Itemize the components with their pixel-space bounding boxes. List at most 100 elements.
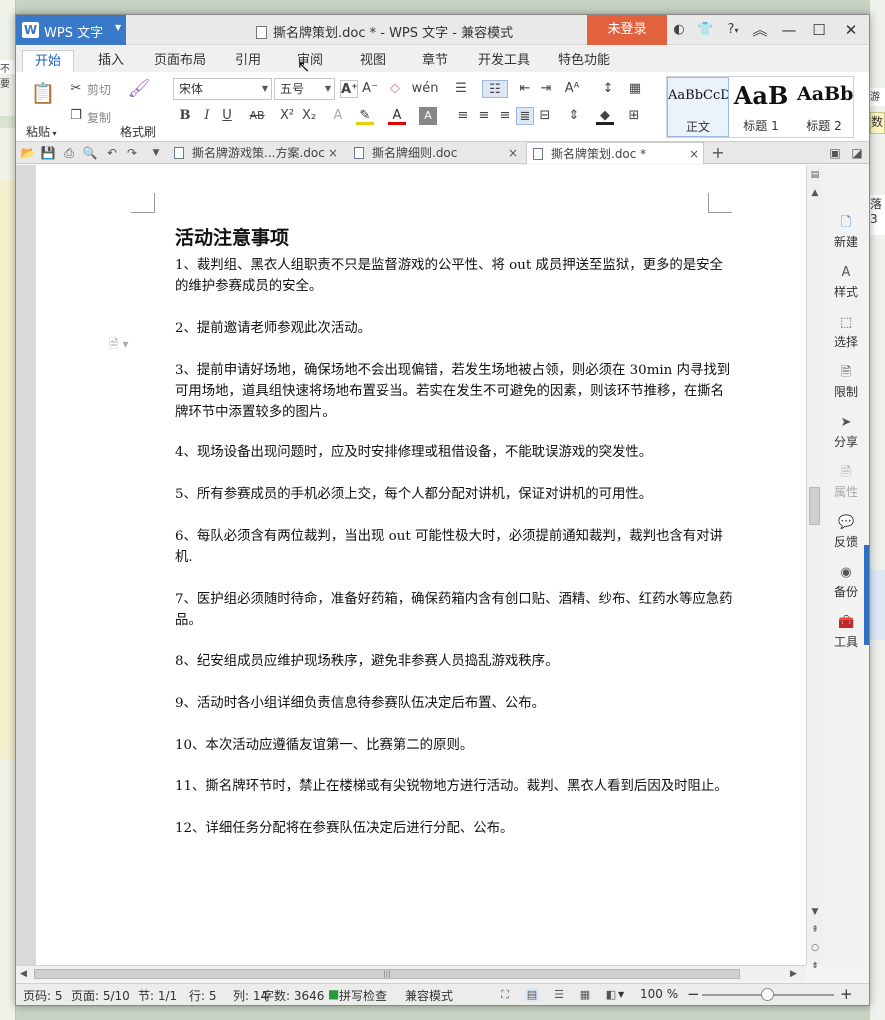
full-screen-icon[interactable]: ⛶	[498, 988, 512, 1002]
grow-font-icon[interactable]: A⁺	[340, 80, 358, 98]
status-word-count[interactable]: 字数: 3646	[262, 987, 324, 1004]
print-icon[interactable]: ⎙	[61, 145, 77, 161]
tab-list-icon[interactable]: ▣	[827, 145, 843, 161]
tab-menu-icon[interactable]: ◪	[849, 145, 865, 161]
tab-insert[interactable]: 插入	[86, 50, 136, 72]
maximize-button[interactable]: ☐	[808, 20, 830, 40]
format-painter-icon[interactable]: 🖌	[127, 80, 151, 104]
skin-icon[interactable]: ◐	[671, 22, 687, 38]
cut-button[interactable]: 剪切	[87, 81, 111, 98]
task-share[interactable]: ➤ 分享	[823, 409, 869, 455]
phonetic-icon[interactable]: wén	[411, 80, 439, 98]
zoom-level[interactable]: 100 %	[640, 987, 678, 1001]
scroll-right-icon[interactable]: ▶	[790, 969, 797, 979]
status-page-code[interactable]: 页码: 5	[23, 987, 63, 1004]
bullet-list-icon[interactable]: ☰	[452, 80, 470, 98]
ruler-toggle-icon[interactable]: ▤	[809, 169, 821, 181]
scissors-icon[interactable]: ✂	[67, 80, 85, 98]
help-button[interactable]: ?▾	[721, 22, 745, 38]
next-page-icon[interactable]: ⇟	[809, 960, 821, 972]
status-page[interactable]: 页面: 5/10	[71, 987, 130, 1004]
tab-view[interactable]: 视图	[349, 50, 397, 72]
paste-button[interactable]: 粘贴 ▾	[26, 123, 57, 140]
task-pane-expand-handle[interactable]	[864, 545, 869, 645]
paragraph-layout-icon[interactable]: 🗎 ▾	[109, 335, 129, 356]
strikethrough-icon[interactable]: AB	[246, 107, 268, 125]
shading-icon[interactable]: ◆	[596, 107, 614, 125]
sort-icon[interactable]: ↕	[599, 80, 617, 98]
decrease-indent-icon[interactable]: ⇤	[516, 80, 534, 98]
document-page[interactable]: 活动注意事项 🗎 ▾ 1、裁判组、黑衣人组职责不只是监督游戏的公平性、将 out…	[36, 165, 806, 965]
paste-icon[interactable]: 📋	[30, 80, 56, 106]
borders-icon[interactable]: ⊞	[625, 107, 643, 125]
tab-features[interactable]: 特色功能	[550, 50, 618, 72]
scroll-down-icon[interactable]: ▼	[809, 906, 821, 918]
redo-icon[interactable]: ↷	[124, 145, 140, 161]
task-properties[interactable]: 🗎 属性	[823, 459, 869, 505]
scroll-left-icon[interactable]: ◀	[20, 969, 27, 979]
tab-chapter[interactable]: 章节	[411, 50, 459, 72]
doc-tab-1[interactable]: 撕名牌游戏策...方案.doc ×	[168, 142, 344, 164]
select-browse-object-icon[interactable]: ○	[809, 942, 821, 954]
previous-page-icon[interactable]: ⇞	[809, 924, 821, 936]
minimize-button[interactable]: —	[778, 20, 800, 40]
close-tab-icon[interactable]: ×	[328, 142, 338, 164]
justify-icon[interactable]: ≣	[516, 107, 534, 125]
doc-tab-3[interactable]: 撕名牌策划.doc * ×	[526, 142, 704, 164]
tab-home[interactable]: 开始	[22, 50, 74, 72]
horizontal-scroll-thumb[interactable]: |||	[34, 969, 740, 979]
font-color-icon[interactable]: A	[388, 107, 406, 125]
font-size-select[interactable]: 五号 ▼	[274, 78, 335, 100]
web-view-icon[interactable]: ▦	[578, 988, 592, 1002]
zoom-in-icon[interactable]: +	[840, 985, 853, 1003]
doc-tab-2[interactable]: 撕名牌细则.doc ×	[348, 142, 524, 164]
task-select[interactable]: ⬚ 选择	[823, 309, 869, 355]
copy-icon[interactable]: ❐	[67, 107, 85, 125]
scroll-thumb[interactable]	[809, 487, 820, 525]
reading-view-icon[interactable]: ◧	[604, 988, 618, 1002]
tab-developer[interactable]: 开发工具	[470, 50, 538, 72]
line-spacing-icon[interactable]: ⇕	[565, 107, 583, 125]
task-styles[interactable]: A 样式	[823, 259, 869, 305]
font-name-select[interactable]: 宋体 ▼	[173, 78, 272, 100]
task-feedback[interactable]: 💬 反馈	[823, 509, 869, 555]
new-tab-icon[interactable]: +	[710, 145, 726, 161]
vertical-scrollbar[interactable]: ▤ ▲ ▼ ⇞ ○ ⇟	[806, 165, 823, 971]
zoom-out-icon[interactable]: −	[687, 985, 700, 1003]
superscript-icon[interactable]: X²	[278, 107, 296, 125]
italic-icon[interactable]: I	[198, 107, 216, 125]
text-effect-icon[interactable]: A	[329, 107, 347, 125]
align-center-icon[interactable]: ≡	[475, 107, 493, 125]
print-preview-icon[interactable]: 🔍	[82, 145, 98, 161]
login-button[interactable]: 未登录	[587, 15, 667, 45]
task-backup[interactable]: ◉ 备份	[823, 559, 869, 605]
align-right-icon[interactable]: ≡	[496, 107, 514, 125]
increase-indent-icon[interactable]: ⇥	[537, 80, 555, 98]
table-icon[interactable]: ▦	[626, 80, 644, 98]
task-new[interactable]: 🗋 新建	[823, 209, 869, 255]
tab-references[interactable]: 引用	[224, 50, 272, 72]
bold-icon[interactable]: B	[176, 107, 194, 125]
collapse-ribbon-icon[interactable]: ︽	[749, 20, 771, 40]
subscript-icon[interactable]: X₂	[300, 107, 318, 125]
undo-icon[interactable]: ↶	[104, 145, 120, 161]
save-icon[interactable]: 💾	[40, 145, 56, 161]
change-case-icon[interactable]: Aᴬ	[561, 80, 583, 98]
char-shading-icon[interactable]: A	[419, 107, 437, 125]
format-painter-button[interactable]: 格式刷	[120, 123, 156, 140]
shrink-font-icon[interactable]: A⁻	[361, 80, 379, 98]
quick-access-dropdown-icon[interactable]: ▼	[148, 145, 164, 161]
zoom-slider-handle[interactable]	[761, 988, 774, 1001]
tab-page-layout[interactable]: 页面布局	[146, 50, 214, 72]
close-tab-icon[interactable]: ×	[689, 143, 699, 165]
numbered-list-icon[interactable]: ☷	[482, 80, 508, 98]
close-tab-icon[interactable]: ×	[508, 142, 518, 164]
clear-format-icon[interactable]: ◇	[386, 80, 404, 98]
style-heading-1[interactable]: AaB 标题 1	[730, 77, 792, 137]
open-folder-icon[interactable]: 📂	[20, 145, 36, 161]
spell-check-button[interactable]: 拼写检查	[339, 987, 387, 1004]
chevron-down-icon[interactable]: ▼	[618, 990, 624, 999]
distribute-icon[interactable]: ⊟	[536, 107, 554, 125]
copy-button[interactable]: 复制	[87, 109, 111, 126]
highlight-icon[interactable]: ✎	[356, 107, 374, 125]
